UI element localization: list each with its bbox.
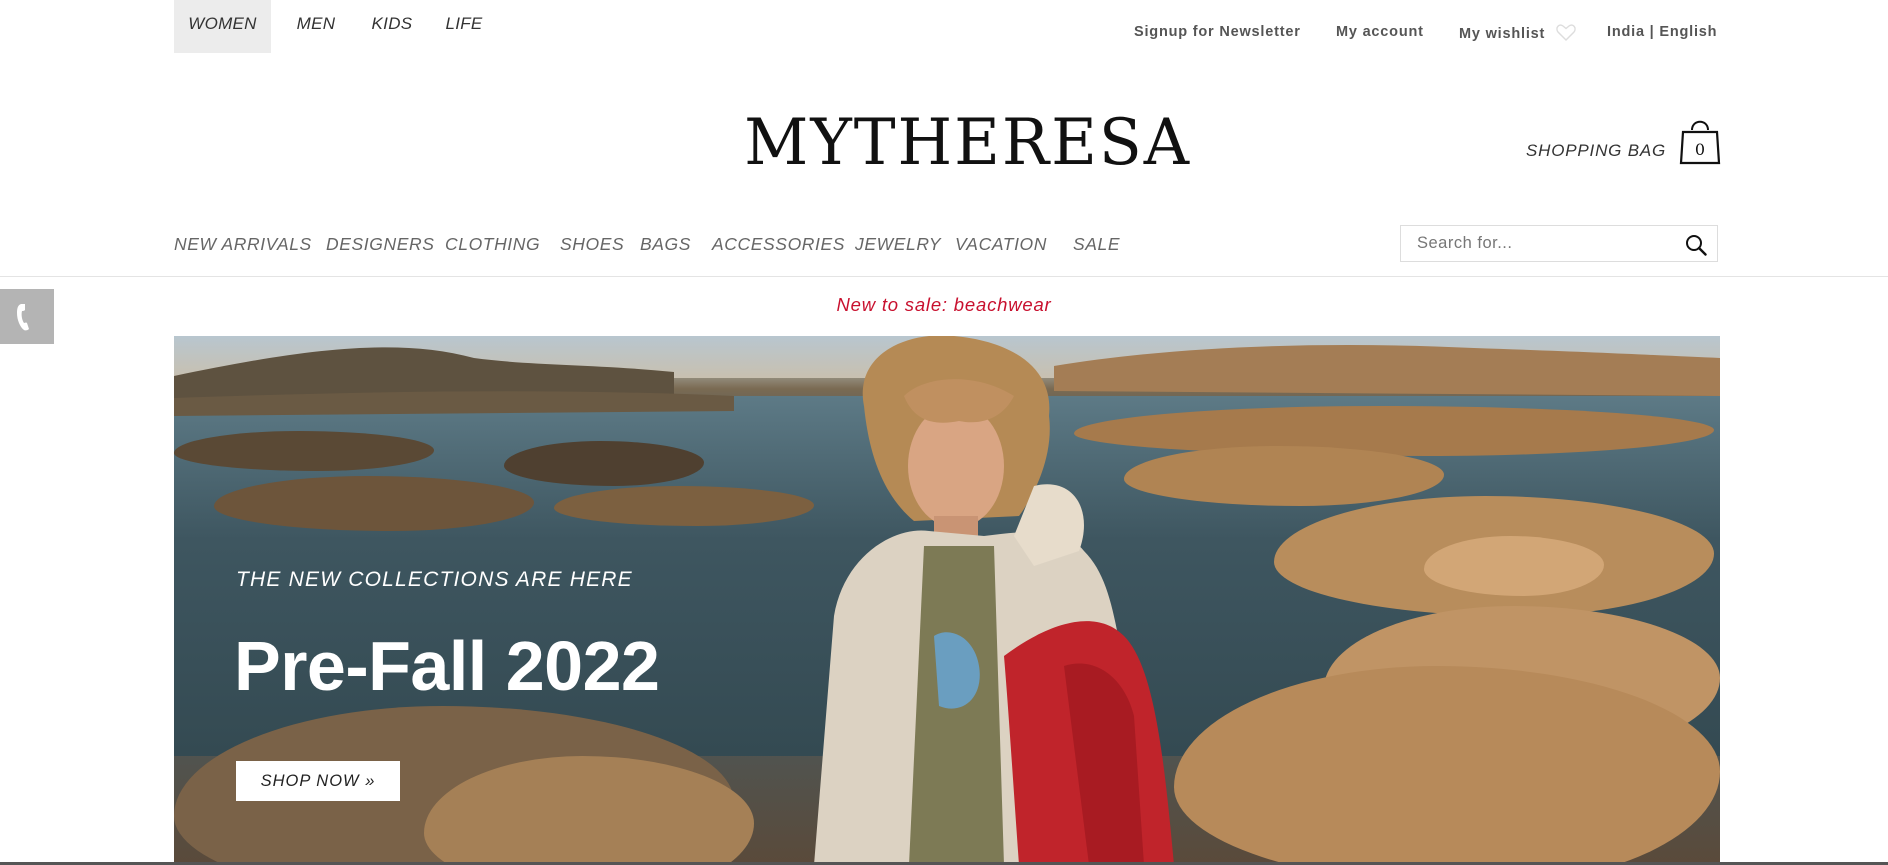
locale-selector[interactable]: India | English — [1607, 24, 1717, 40]
newsletter-link[interactable]: Signup for Newsletter — [1134, 24, 1301, 40]
my-account-link[interactable]: My account — [1336, 24, 1424, 40]
hero-rock — [214, 476, 534, 531]
mytheresa-logo[interactable]: MYTHERESA — [744, 108, 1189, 178]
nav-new-arrivals[interactable]: NEW ARRIVALS — [174, 234, 312, 255]
hero-title: Pre-Fall 2022 — [234, 627, 660, 705]
hero-kicker: THE NEW COLLECTIONS ARE HERE — [236, 568, 633, 591]
hero-rock — [174, 431, 434, 471]
nav-accessories[interactable]: ACCESSORIES — [712, 234, 845, 255]
heart-icon — [1556, 24, 1576, 45]
nav-vacation[interactable]: VACATION — [955, 234, 1047, 255]
shopping-bag-icon[interactable]: 0 — [1678, 116, 1722, 166]
search-input[interactable] — [1401, 226, 1677, 261]
nav-shoes[interactable]: SHOES — [560, 234, 624, 255]
nav-bags[interactable]: BAGS — [640, 234, 691, 255]
shopping-bag-label[interactable]: SHOPPING BAG — [1526, 141, 1666, 161]
nav-jewelry[interactable]: JEWELRY — [855, 234, 941, 255]
header-divider — [0, 276, 1888, 277]
nav-clothing[interactable]: CLOTHING — [445, 234, 540, 255]
tab-women[interactable]: WOMEN — [174, 0, 271, 53]
search-box — [1400, 225, 1718, 262]
tab-life[interactable]: LIFE — [436, 0, 492, 53]
tab-kids[interactable]: KIDS — [362, 0, 422, 53]
tab-men[interactable]: MEN — [286, 0, 346, 53]
hero-model-image — [814, 336, 1174, 865]
wishlist-label: My wishlist — [1459, 26, 1546, 42]
search-icon[interactable] — [1685, 234, 1707, 256]
bag-count: 0 — [1694, 140, 1706, 159]
shop-now-button[interactable]: SHOP NOW » — [236, 761, 400, 801]
hero-rock — [1424, 536, 1604, 596]
hero-rock — [504, 441, 704, 486]
hero-banner[interactable]: THE NEW COLLECTIONS ARE HERE Pre-Fall 20… — [174, 336, 1720, 865]
nav-sale[interactable]: SALE — [1073, 234, 1120, 255]
wishlist-link[interactable]: My wishlist — [1459, 24, 1576, 45]
promo-banner-link[interactable]: New to sale: beachwear — [0, 294, 1888, 316]
nav-designers[interactable]: DESIGNERS — [326, 234, 434, 255]
